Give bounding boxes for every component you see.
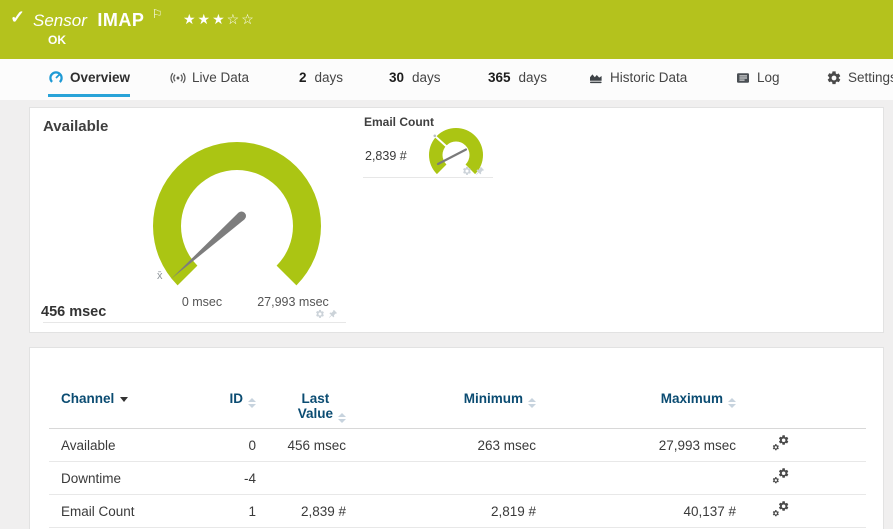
- live-broadcast-icon: [170, 72, 186, 83]
- tab-overview[interactable]: Overview: [48, 61, 131, 97]
- sort-desc-icon: [120, 397, 129, 402]
- tab-2-days[interactable]: 2 days: [299, 61, 343, 97]
- column-header-last-value[interactable]: Last Value: [256, 391, 346, 423]
- column-label: Maximum: [660, 391, 723, 406]
- tab-settings[interactable]: Settings: [826, 61, 893, 97]
- column-header-id[interactable]: ID: [196, 391, 256, 408]
- gauge-title: Email Count: [364, 115, 435, 129]
- priority-stars[interactable]: ★★★☆☆: [183, 11, 256, 27]
- table-row[interactable]: Available 0 456 msec 263 msec 27,993 mse…: [49, 429, 866, 462]
- tab-log[interactable]: Log: [735, 61, 780, 97]
- channel-settings-gears-icon[interactable]: [772, 501, 789, 518]
- tab-label: days: [412, 70, 441, 85]
- cell-actions: [736, 435, 866, 455]
- sensor-status-header: ✓ Sensor IMAP ⚐ ★★★☆☆ OK: [0, 0, 893, 59]
- cell-maximum: 40,137 #: [683, 503, 736, 519]
- tab-number: 2: [299, 70, 307, 85]
- gauge-hover-actions: [315, 309, 338, 319]
- cell-id: -4: [243, 470, 256, 486]
- channels-table-panel: Channel ID Last Value Minimum Maximum Av…: [29, 347, 884, 529]
- sensor-name: IMAP: [97, 10, 145, 30]
- status-badge: OK: [48, 33, 66, 47]
- stars-filled: ★★★: [183, 11, 227, 27]
- tab-number: 365: [488, 70, 511, 85]
- cell-actions: [736, 468, 866, 488]
- pin-icon[interactable]: [475, 166, 485, 176]
- cell-minimum: 263 msec: [477, 437, 536, 453]
- tab-365-days[interactable]: 365 days: [488, 61, 547, 97]
- sort-toggle-icon[interactable]: [338, 413, 346, 423]
- column-label: Channel: [61, 391, 115, 406]
- tab-live-data[interactable]: Live Data: [170, 61, 249, 97]
- pin-icon[interactable]: [328, 309, 338, 319]
- cell-minimum: 2,819 #: [490, 503, 536, 519]
- prtg-sensor-page: ✓ Sensor IMAP ⚐ ★★★☆☆ OK Overview Live D…: [0, 0, 893, 529]
- gauges-panel: Available x̄ 0 msec 27,993 msec 456 msec…: [29, 107, 884, 333]
- stars-empty: ☆☆: [226, 11, 256, 27]
- log-list-icon: [737, 72, 749, 83]
- sensor-kind-label: Sensor: [33, 11, 87, 30]
- tab-bar: Overview Live Data 2 days 30 days 365 da…: [0, 59, 893, 100]
- gauge-current-value: 2,839 #: [365, 149, 407, 163]
- cell-channel[interactable]: Available: [49, 438, 196, 453]
- tab-label: Settings: [848, 70, 893, 85]
- tab-historic-data[interactable]: Historic Data: [588, 61, 687, 97]
- column-header-minimum[interactable]: Minimum: [346, 391, 536, 408]
- cell-id: 1: [248, 503, 256, 519]
- tab-number: 30: [389, 70, 405, 85]
- tab-label: days: [314, 70, 344, 85]
- gauge-scale-min: 0 msec: [181, 295, 223, 309]
- column-label: ID: [229, 391, 244, 406]
- cell-actions: [736, 501, 866, 521]
- channel-settings-gears-icon[interactable]: [772, 435, 789, 452]
- channel-settings-gears-icon[interactable]: [772, 468, 789, 485]
- sort-toggle-icon[interactable]: [248, 398, 256, 408]
- gauge-icon: [49, 70, 63, 85]
- table-row[interactable]: Downtime -4: [49, 462, 866, 495]
- cell-last-value: 456 msec: [287, 437, 346, 453]
- tab-30-days[interactable]: 30 days: [389, 61, 441, 97]
- cell-last-value: 2,839 #: [300, 503, 346, 519]
- table-row[interactable]: Email Count 1 2,839 # 2,819 # 40,137 #: [49, 495, 866, 528]
- tab-label: Historic Data: [610, 70, 688, 85]
- column-header-channel[interactable]: Channel: [49, 391, 196, 406]
- gear-icon[interactable]: [462, 166, 472, 176]
- gauge-scale-max: 27,993 msec: [257, 295, 329, 309]
- tab-label: Overview: [70, 70, 131, 85]
- column-label: Minimum: [463, 391, 523, 406]
- table-header-row: Channel ID Last Value Minimum Maximum: [49, 348, 866, 429]
- sensor-title: Sensor IMAP ⚐ ★★★☆☆: [33, 7, 256, 31]
- flag-icon[interactable]: ⚐: [152, 7, 163, 21]
- cell-channel[interactable]: Email Count: [49, 504, 196, 519]
- gauge-current-value: 456 msec: [41, 304, 107, 320]
- sort-toggle-icon[interactable]: [528, 398, 536, 408]
- cell-maximum: 27,993 msec: [658, 437, 736, 453]
- area-chart-icon: [590, 73, 602, 83]
- column-label: Last Value: [297, 391, 333, 421]
- cell-channel[interactable]: Downtime: [49, 471, 196, 486]
- status-check-icon: ✓: [10, 7, 26, 27]
- cell-id: 0: [248, 437, 256, 453]
- tab-label: Log: [757, 70, 780, 85]
- gear-icon[interactable]: [315, 309, 325, 319]
- sort-toggle-icon[interactable]: [728, 398, 736, 408]
- channels-table: Channel ID Last Value Minimum Maximum Av…: [49, 348, 866, 528]
- gauge-title: Available: [43, 118, 109, 135]
- column-header-maximum[interactable]: Maximum: [536, 391, 736, 408]
- gauge-hover-actions: [462, 166, 485, 176]
- available-gauge-chart: [153, 142, 321, 286]
- tab-label: days: [518, 70, 548, 85]
- gauge-widget-email-count: Email Count 2,839 #: [363, 115, 493, 178]
- email-count-gauge-chart: [429, 127, 483, 175]
- settings-gear-icon: [826, 70, 842, 86]
- gauge-widget-available: Available x̄ 0 msec 27,993 msec 456 msec: [41, 115, 346, 323]
- mean-marker-label: x̄: [157, 270, 163, 282]
- tab-label: Live Data: [192, 70, 250, 85]
